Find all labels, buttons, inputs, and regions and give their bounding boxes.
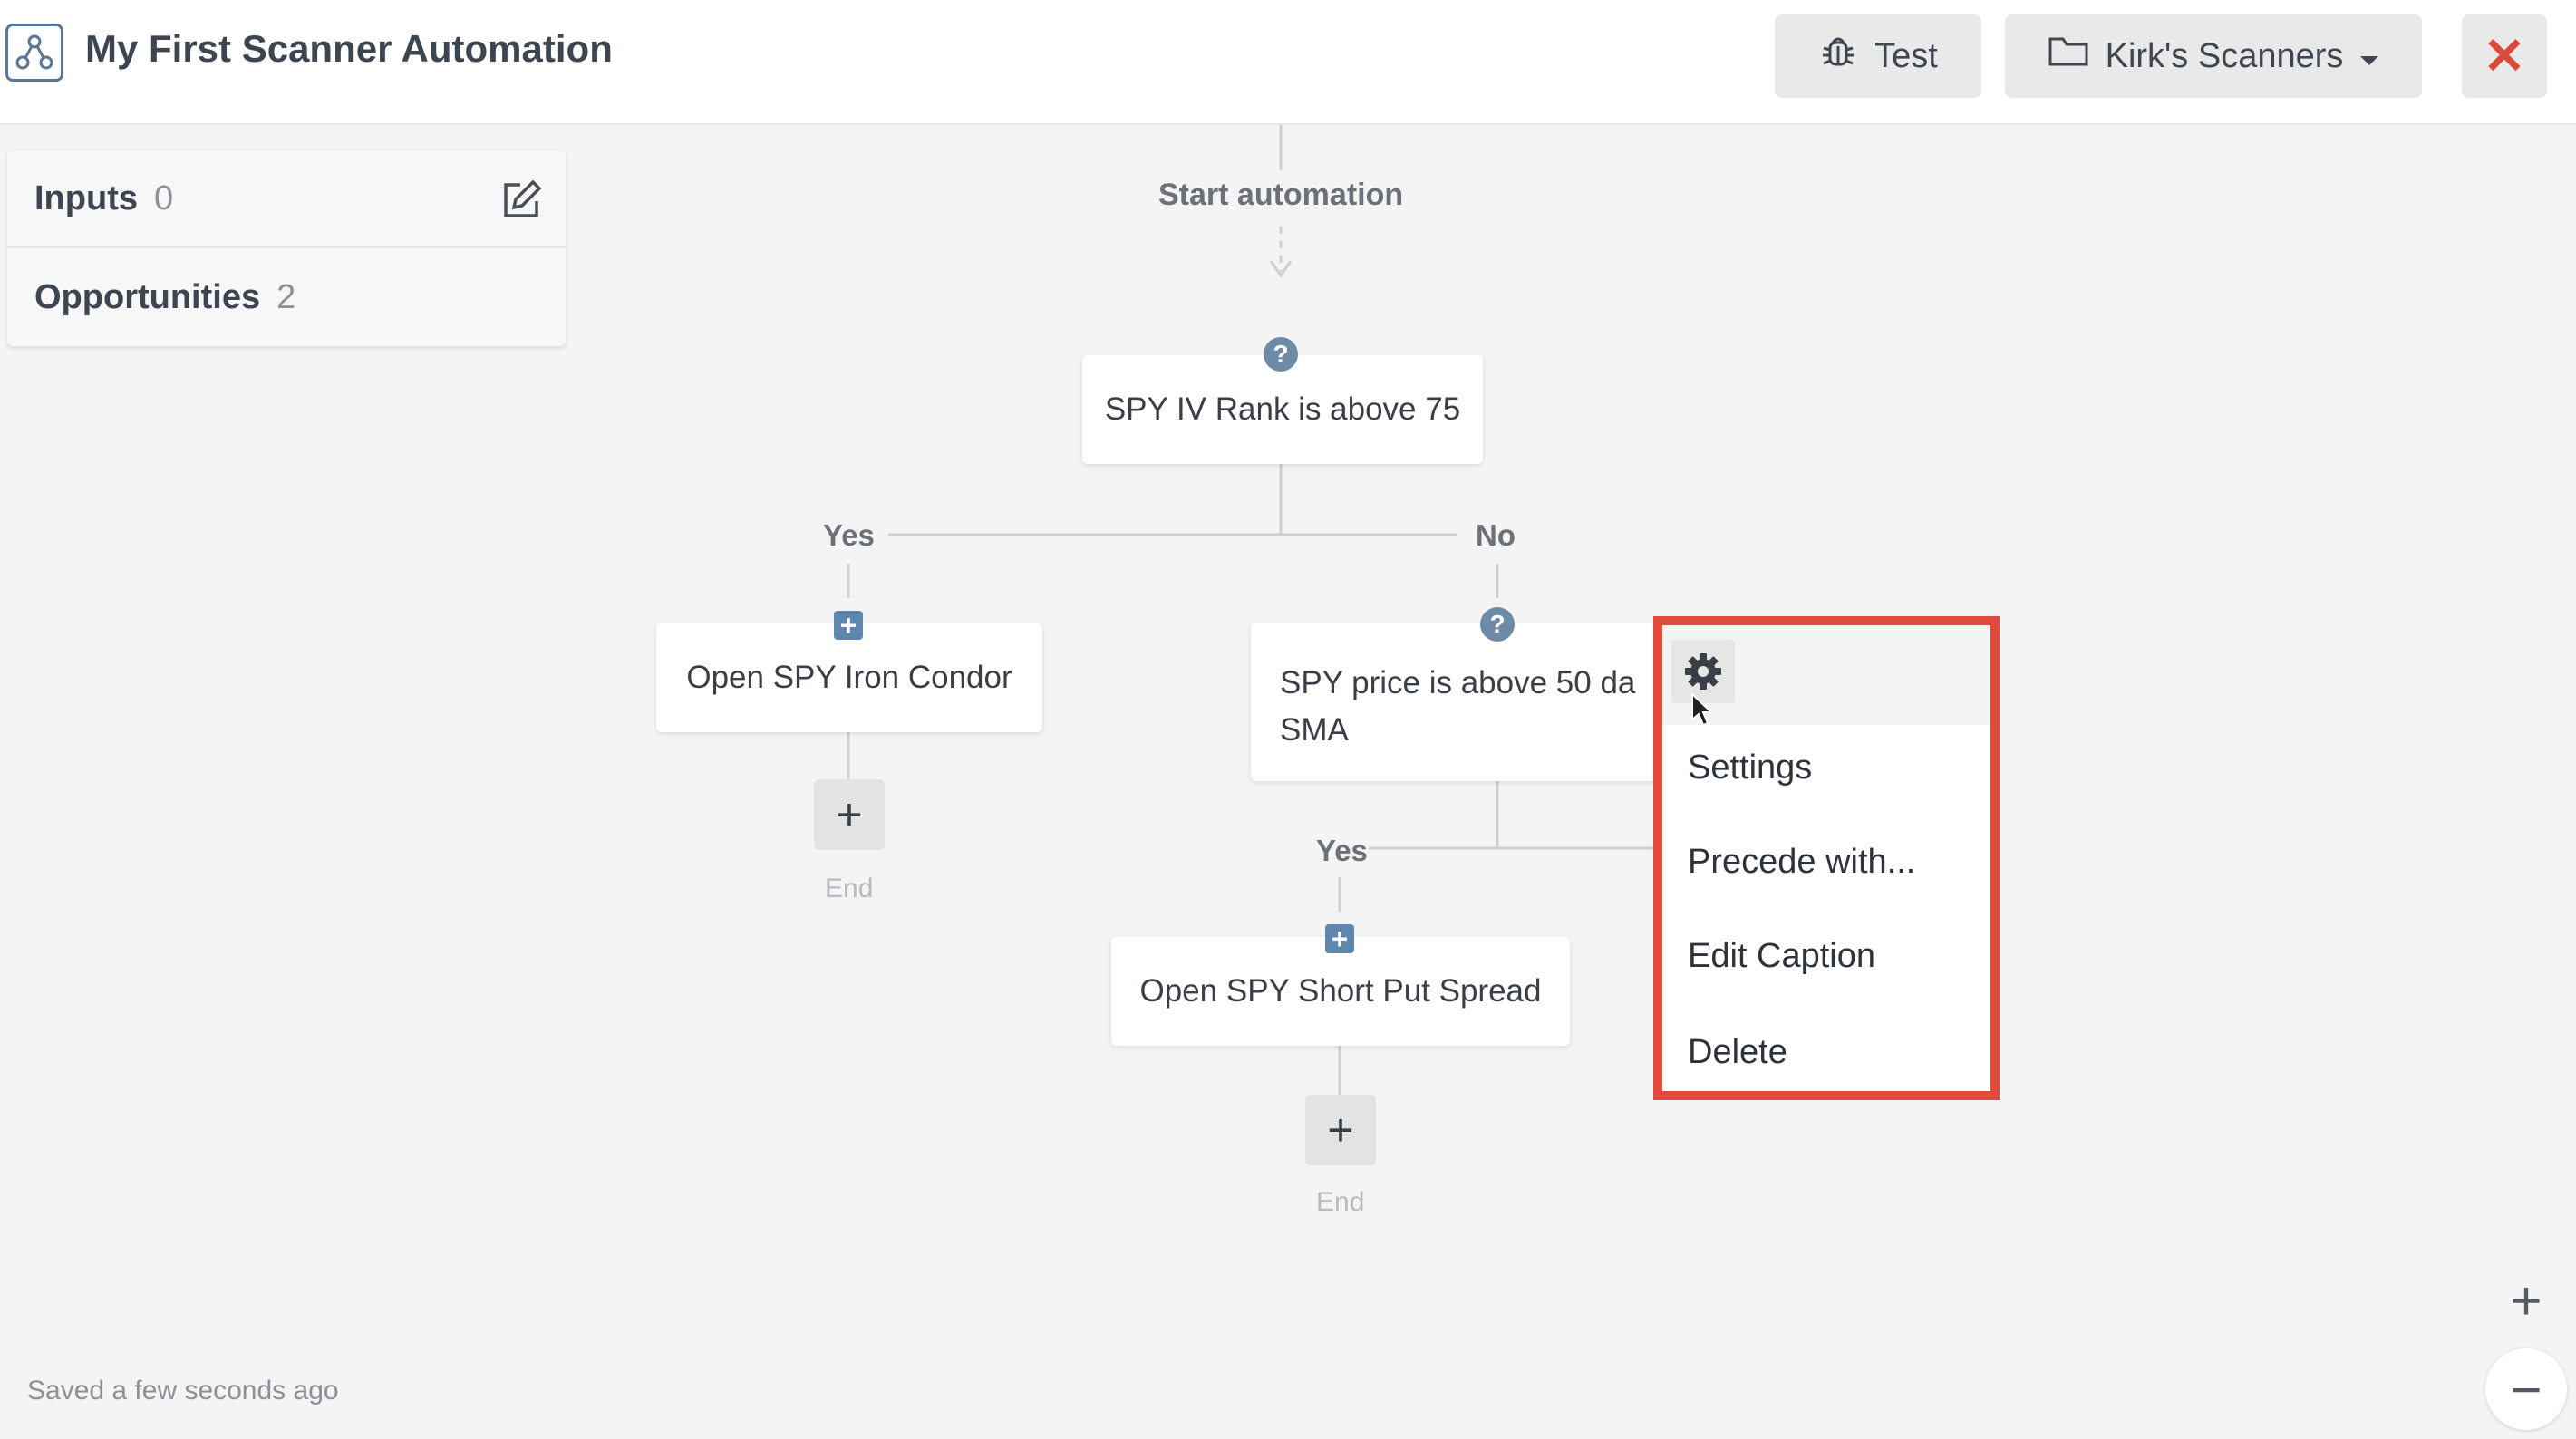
menu-item-edit-caption[interactable]: Edit Caption: [1688, 937, 1875, 976]
question-icon: ?: [1480, 607, 1515, 642]
branch-no-label: No: [1476, 518, 1516, 552]
menu-item-precede-with[interactable]: Precede with...: [1688, 843, 1915, 882]
condition-node-sma[interactable]: SPY price is above 50 da SMA: [1251, 623, 1668, 781]
add-step-button[interactable]: +: [1305, 1095, 1376, 1165]
branch-yes-label-2: Yes: [1316, 834, 1368, 867]
plus-icon: +: [1327, 1105, 1354, 1155]
add-step-button[interactable]: +: [814, 779, 885, 850]
condition-node-iv-rank[interactable]: SPY IV Rank is above 75: [1082, 355, 1483, 464]
menu-item-settings[interactable]: Settings: [1688, 748, 1812, 787]
plus-icon: +: [2510, 1270, 2542, 1331]
minus-icon: −: [2510, 1358, 2542, 1420]
node-context-menu: Settings Precede with... Edit Caption De…: [1653, 616, 2000, 1100]
plus-square-icon: +: [1325, 924, 1354, 953]
end-label: End: [1316, 1187, 1365, 1217]
condition-caption-line2: SMA: [1280, 712, 1349, 748]
condition-caption: SPY IV Rank is above 75: [1104, 391, 1461, 427]
start-automation-label: Start automation: [1158, 178, 1404, 212]
zoom-in-button[interactable]: +: [2485, 1260, 2567, 1341]
menu-header: [1662, 625, 1990, 727]
save-status: Saved a few seconds ago: [27, 1376, 339, 1405]
menu-item-delete[interactable]: Delete: [1688, 1033, 1787, 1072]
end-label: End: [825, 874, 874, 903]
zoom-out-button[interactable]: −: [2485, 1348, 2567, 1430]
plus-icon: +: [836, 789, 863, 840]
branch-yes-label: Yes: [823, 518, 875, 552]
action-caption: Open SPY Short Put Spread: [1139, 973, 1542, 1009]
question-icon: ?: [1264, 337, 1298, 372]
action-caption: Open SPY Iron Condor: [686, 660, 1012, 695]
plus-square-icon: +: [834, 611, 863, 640]
condition-caption-line1: SPY price is above 50 da: [1280, 665, 1636, 700]
cursor-icon: [1690, 691, 1715, 733]
